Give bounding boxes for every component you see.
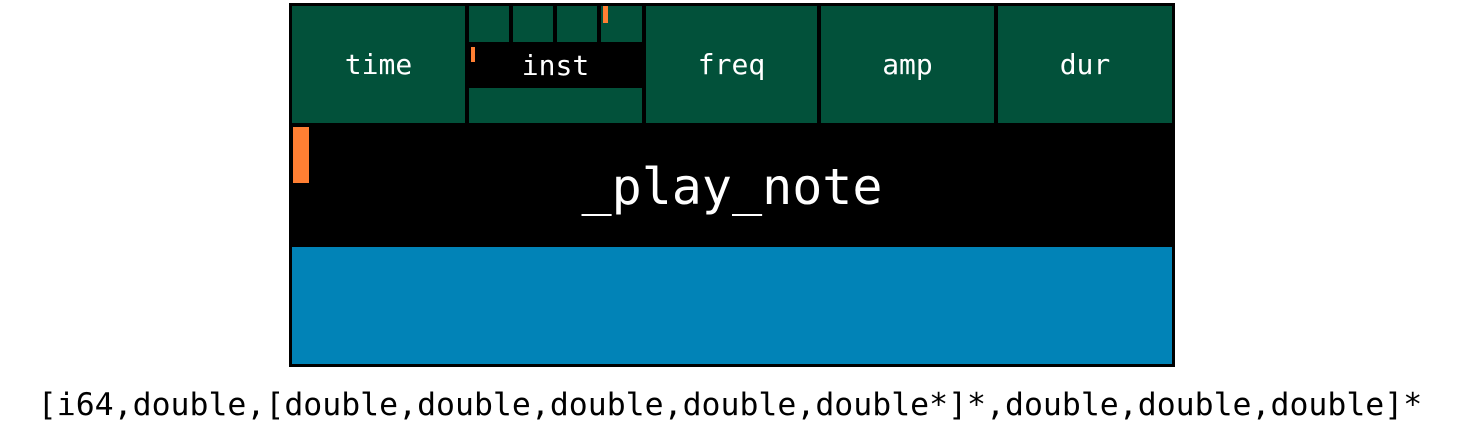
field-time: time: [292, 6, 465, 123]
field-dur-label: dur: [1059, 48, 1111, 81]
field-inst-label: inst: [521, 48, 590, 82]
field-inst: inst: [469, 45, 642, 85]
field-dur: dur: [998, 6, 1172, 123]
inst-subfield-marker: [603, 6, 608, 23]
inst-subfield-1: [469, 6, 509, 42]
inst-subfield-2: [513, 6, 553, 42]
field-time-label: time: [344, 48, 413, 81]
function-name: _play_note: [581, 157, 883, 216]
inst-subfield-lower: [469, 88, 642, 123]
pointer-band: [292, 247, 1172, 364]
function-marker: [293, 127, 309, 183]
inst-marker: [471, 47, 475, 62]
type-diagram: time inst freq amp dur _play_note: [289, 3, 1175, 367]
field-amp-label: amp: [882, 48, 933, 81]
field-amp: amp: [821, 6, 994, 123]
inst-subfield-3: [557, 6, 597, 42]
field-freq-label: freq: [697, 48, 766, 81]
function-name-band: _play_note: [292, 126, 1172, 247]
type-signature: [i64,double,[double,double,double,double…: [37, 387, 1423, 423]
field-freq: freq: [646, 6, 817, 123]
